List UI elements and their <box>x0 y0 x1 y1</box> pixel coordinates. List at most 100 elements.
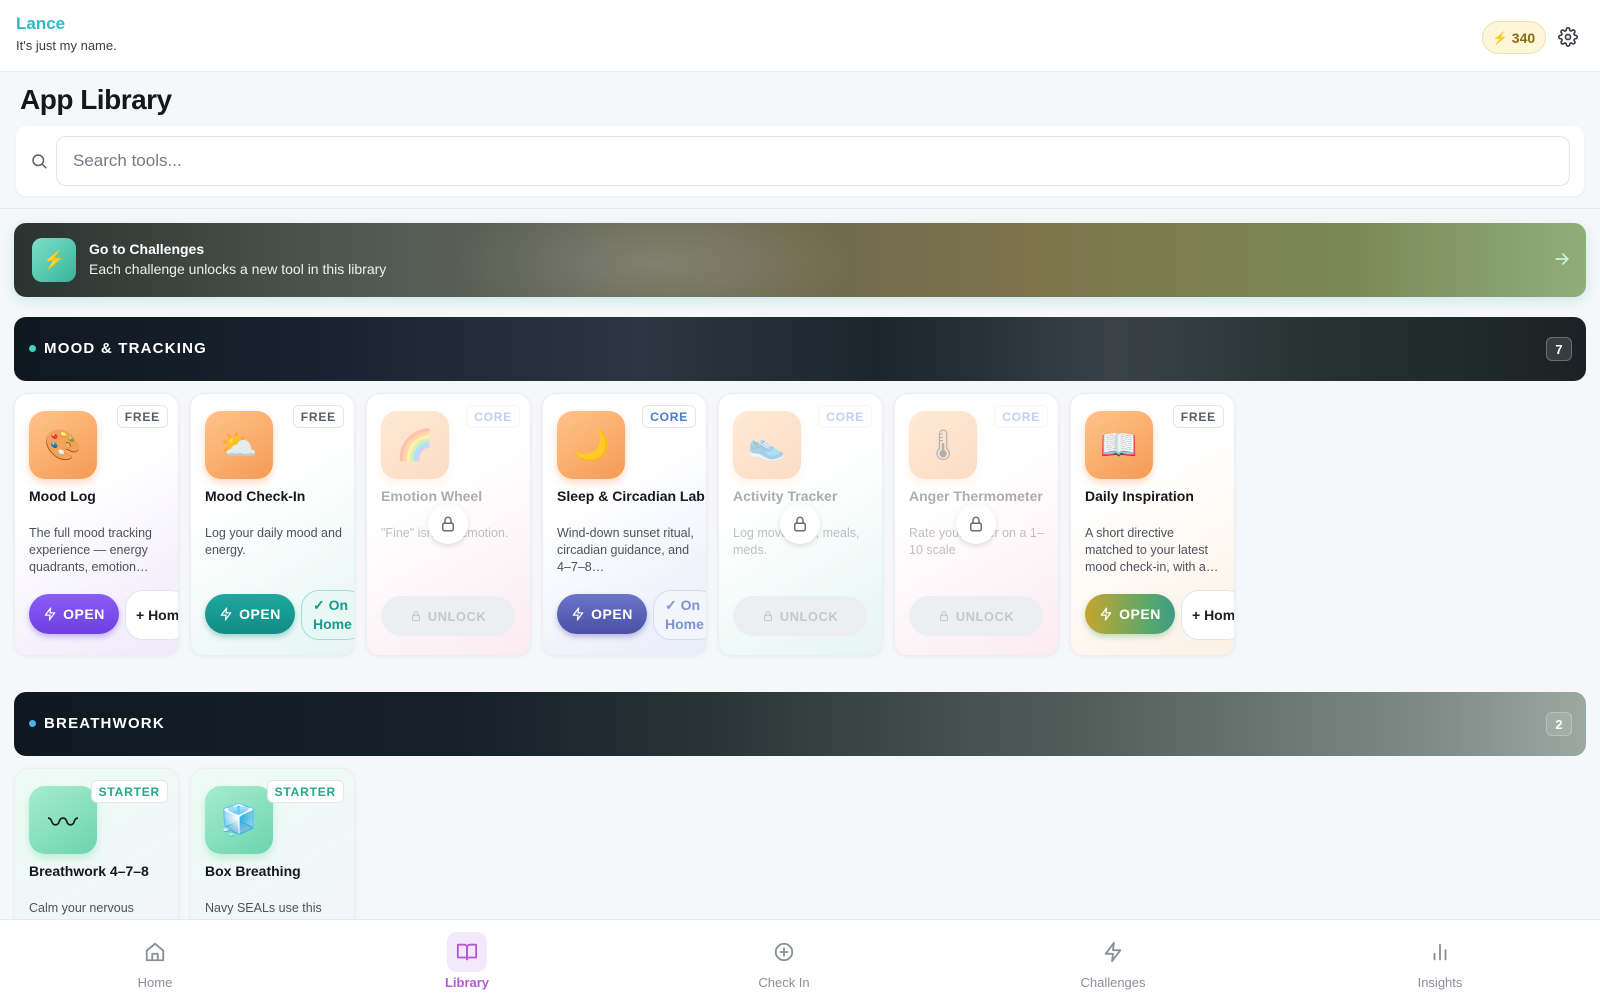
unlock-label: UNLOCK <box>955 608 1015 624</box>
mood-log-icon: 🎨 <box>29 411 97 479</box>
lock-icon <box>428 504 468 544</box>
tool-card-mood-log[interactable]: 🎨 FREE Mood Log The full mood tracking e… <box>14 393 179 656</box>
tier-badge: CORE <box>466 405 520 428</box>
sneaker-icon: 👟 <box>733 411 801 479</box>
lightning-icon <box>220 607 232 621</box>
add-to-home-button[interactable]: + Home <box>125 590 178 640</box>
tier-badge: FREE <box>1172 405 1224 428</box>
go-to-challenges-banner[interactable]: ⚡ Go to Challenges Each challenge unlock… <box>14 223 1586 297</box>
tool-card-anger-thermometer[interactable]: 🌡 CORE Anger Thermometer Rate your anger… <box>894 393 1059 656</box>
tier-badge: FREE <box>116 405 168 428</box>
unlock-button[interactable]: UNLOCK <box>381 596 515 636</box>
plus-circle-icon <box>764 932 804 972</box>
bolt-icon: ⚡ <box>1492 30 1508 45</box>
banner-glow <box>454 223 854 297</box>
tool-card-sleep-circadian-lab[interactable]: 🌙 CORE Sleep & Circadian Lab Wind-down s… <box>542 393 707 656</box>
tier-badge: CORE <box>818 405 872 428</box>
tool-description: Navy SEALs use this <box>205 901 322 915</box>
tool-description: The full mood tracking experience — ener… <box>29 526 152 574</box>
tier-badge: STARTER <box>90 780 168 803</box>
lightning-icon <box>572 607 584 621</box>
add-to-home-button[interactable]: + Home <box>1181 590 1234 640</box>
lock-icon <box>939 610 948 622</box>
thermometer-icon: 🌡 <box>909 411 977 479</box>
app-header: Lance It's just my name. ⚡ 340 <box>0 0 1600 72</box>
tier-badge: CORE <box>994 405 1048 428</box>
search-input[interactable] <box>56 136 1570 186</box>
divider <box>0 208 1600 209</box>
category-header-mood-tracking: MOOD & TRACKING 7 <box>14 317 1586 381</box>
nav-home[interactable]: Home <box>95 920 215 1000</box>
on-home-button[interactable]: ✓ On Home <box>301 590 354 640</box>
category-dot <box>29 720 36 727</box>
nav-insights[interactable]: Insights <box>1380 920 1500 1000</box>
lock-icon <box>780 504 820 544</box>
tool-description: Log your daily mood and energy. <box>205 526 342 557</box>
unlock-button[interactable]: UNLOCK <box>909 596 1043 636</box>
nav-library[interactable]: Library <box>407 920 527 1000</box>
points-value: 340 <box>1511 29 1536 46</box>
arrow-right-icon <box>1555 253 1569 265</box>
banner-title: Go to Challenges <box>89 241 205 257</box>
open-label: OPEN <box>1119 606 1161 622</box>
category-count: 7 <box>1546 337 1572 361</box>
unlock-button[interactable]: UNLOCK <box>733 596 867 636</box>
nav-label: Challenges <box>1080 975 1146 990</box>
category-title: BREATHWORK <box>44 715 165 732</box>
tool-description: A short directive matched to your latest… <box>1085 526 1219 574</box>
open-button[interactable]: OPEN <box>557 594 647 634</box>
bar-chart-icon <box>1420 932 1460 972</box>
tool-name: Activity Tracker <box>733 488 838 504</box>
points-badge[interactable]: ⚡ 340 <box>1482 21 1546 54</box>
user-tagline: It's just my name. <box>16 38 117 53</box>
on-home-button[interactable]: ✓ On Home <box>653 590 706 640</box>
tool-name: Mood Log <box>29 488 96 504</box>
emotion-wheel-icon: 🌈 <box>381 411 449 479</box>
tool-name: Sleep & Circadian Lab <box>557 488 705 504</box>
tool-card-emotion-wheel[interactable]: 🌈 CORE Emotion Wheel "Fine" isn't an emo… <box>366 393 531 656</box>
category-header-breathwork: BREATHWORK 2 <box>14 692 1586 756</box>
nav-challenges[interactable]: Challenges <box>1053 920 1173 1000</box>
tool-card-activity-tracker[interactable]: 👟 CORE Activity Tracker Log movement, me… <box>718 393 883 656</box>
box-breathing-icon: 🧊 <box>205 786 273 854</box>
nav-check-in[interactable]: Check In <box>724 920 844 1000</box>
user-name[interactable]: Lance <box>16 14 65 34</box>
cloud-sun-icon: ⛅ <box>205 411 273 479</box>
tool-card-daily-inspiration[interactable]: 📖 FREE Daily Inspiration A short directi… <box>1070 393 1235 656</box>
tool-cards-mood-tracking: 🎨 FREE Mood Log The full mood tracking e… <box>14 393 1235 656</box>
tool-name: Box Breathing <box>205 863 301 879</box>
settings-gear-icon[interactable] <box>1558 27 1578 47</box>
bottom-nav: Home Library Check In Challenges Insight… <box>0 919 1600 1000</box>
open-book-icon: 📖 <box>1085 411 1153 479</box>
tool-name: Mood Check-In <box>205 488 306 504</box>
tool-card-mood-check-in[interactable]: ⛅ FREE Mood Check-In Log your daily mood… <box>190 393 355 656</box>
home-icon <box>135 932 175 972</box>
lock-icon <box>956 504 996 544</box>
banner-subtitle: Each challenge unlocks a new tool in thi… <box>89 261 387 277</box>
open-button[interactable]: OPEN <box>1085 594 1175 634</box>
lightning-icon: ⚡ <box>32 238 76 282</box>
tier-badge: CORE <box>642 405 696 428</box>
search-icon <box>32 154 47 169</box>
tool-name: Daily Inspiration <box>1085 488 1194 504</box>
open-label: OPEN <box>63 606 105 622</box>
category-title: MOOD & TRACKING <box>44 340 207 357</box>
open-label: OPEN <box>591 606 633 622</box>
open-button[interactable]: OPEN <box>205 594 295 634</box>
page-title: App Library <box>20 84 172 115</box>
open-button[interactable]: OPEN <box>29 594 119 634</box>
tier-badge: FREE <box>292 405 344 428</box>
nav-label: Library <box>444 975 490 990</box>
nav-label: Home <box>137 975 173 990</box>
lightning-icon <box>44 607 56 621</box>
tool-name: Anger Thermometer <box>909 488 1043 504</box>
category-count: 2 <box>1546 712 1572 736</box>
nav-label: Check In <box>758 975 810 990</box>
lock-icon <box>411 610 420 622</box>
breath-waves-icon: 〰 <box>29 786 97 854</box>
unlock-label: UNLOCK <box>779 608 839 624</box>
tool-description: Wind-down sunset ritual, circadian guida… <box>557 526 694 574</box>
sleep-moon-icon: 🌙 <box>557 411 625 479</box>
search-bar <box>16 126 1584 196</box>
category-dot <box>29 345 36 352</box>
